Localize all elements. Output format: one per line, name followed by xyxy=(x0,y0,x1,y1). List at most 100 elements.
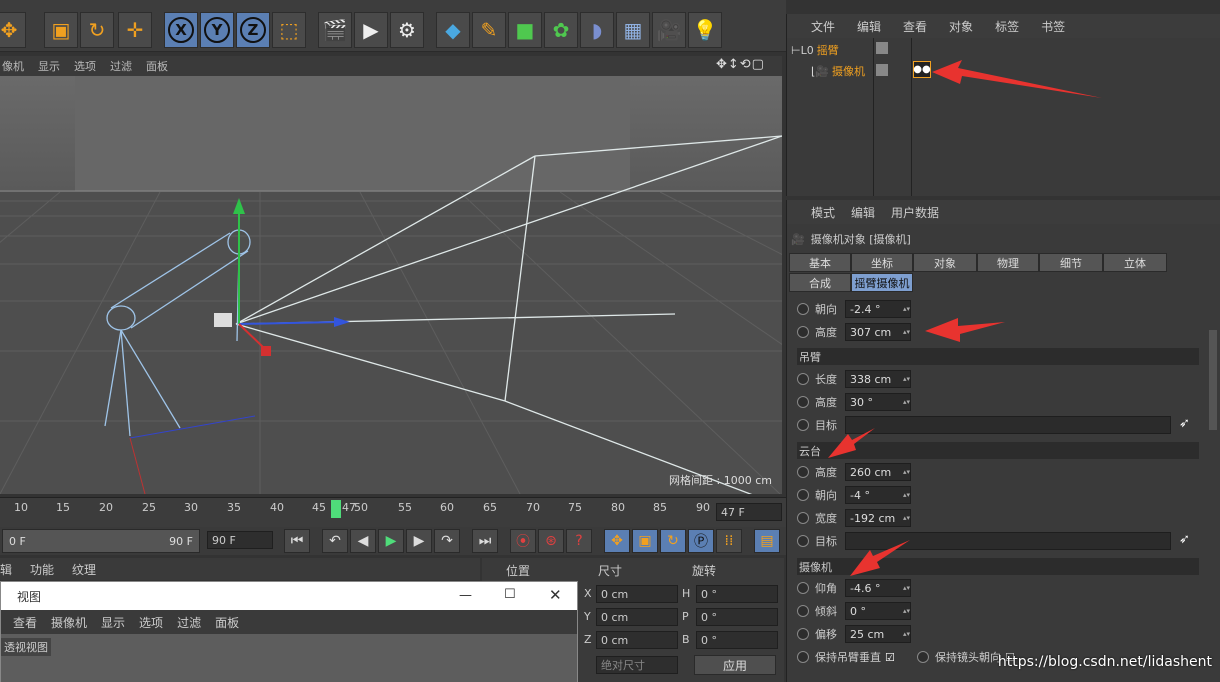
go-end-icon[interactable]: ⏭ xyxy=(472,529,498,553)
subwindow-menu-item[interactable]: 摄像机 xyxy=(51,614,87,631)
scale-icon[interactable]: ▣ xyxy=(44,12,78,48)
render-settings-icon[interactable]: ⚙ xyxy=(390,12,424,48)
next-key-icon[interactable]: ↷ xyxy=(434,529,460,553)
viewport-3d[interactable]: 网格间距 : 1000 cm xyxy=(0,76,782,494)
objmgr-menu-item[interactable]: 编辑 xyxy=(857,18,881,35)
attr-menu-item[interactable]: 编辑 xyxy=(851,204,875,221)
boom-height-field[interactable]: 30 ° xyxy=(845,393,911,411)
head-heading-field[interactable]: -4 ° xyxy=(845,486,911,504)
anim-radio[interactable] xyxy=(797,651,809,663)
anim-radio[interactable] xyxy=(797,535,809,547)
help-icon[interactable]: ? xyxy=(566,529,592,553)
subwindow-menu-item[interactable]: 选项 xyxy=(139,614,163,631)
crane-tag-icon[interactable]: ●● xyxy=(913,61,931,78)
objmgr-menu-item[interactable]: 文件 xyxy=(811,18,835,35)
viewport-nav-icons[interactable]: ✥↕⟲▢ xyxy=(716,57,778,72)
pos-y-field[interactable]: 0 cm xyxy=(596,608,678,626)
close-icon[interactable]: ✕ xyxy=(549,586,562,604)
material-menu-item[interactable]: 辑 xyxy=(0,561,12,578)
autokey-icon[interactable]: ⊛ xyxy=(538,529,564,553)
head-height-field[interactable]: 260 cm xyxy=(845,463,911,481)
pos-x-field[interactable]: 0 cm xyxy=(596,585,678,603)
cam-pitch-field[interactable]: -4.6 ° xyxy=(845,579,911,597)
anim-radio[interactable] xyxy=(797,466,809,478)
mograph-icon[interactable]: ✿ xyxy=(544,12,578,48)
anim-radio[interactable] xyxy=(797,628,809,640)
camera-icon[interactable]: 🎥 xyxy=(652,12,686,48)
viewport-menu-item[interactable]: 过滤 xyxy=(110,58,132,74)
pick-target-icon[interactable]: ➶ xyxy=(1179,416,1190,431)
anim-radio[interactable] xyxy=(797,373,809,385)
next-frame-icon[interactable]: ▶ xyxy=(406,529,432,553)
current-frame-field[interactable]: 47 F xyxy=(716,503,782,521)
tab-details[interactable]: 细节 xyxy=(1039,253,1103,272)
anim-radio[interactable] xyxy=(797,396,809,408)
end-frame-field[interactable]: 90 F xyxy=(207,531,273,549)
subwindow-menu-item[interactable]: 显示 xyxy=(101,614,125,631)
prev-frame-icon[interactable]: ◀ xyxy=(350,529,376,553)
boom-target-link[interactable] xyxy=(845,416,1171,434)
objmgr-menu-item[interactable]: 对象 xyxy=(949,18,973,35)
prev-key-icon[interactable]: ↶ xyxy=(322,529,348,553)
attr-menu-item[interactable]: 模式 xyxy=(811,204,835,221)
cam-bank-field[interactable]: 0 ° xyxy=(845,602,911,620)
key-pla-icon[interactable]: ⁞⁞ xyxy=(716,529,742,553)
size-mode-select[interactable]: 绝对尺寸 xyxy=(596,656,678,674)
objmgr-menu-item[interactable]: 书签 xyxy=(1041,18,1065,35)
viewport-menu-item[interactable]: 面板 xyxy=(146,58,168,74)
pick-target-icon[interactable]: ➶ xyxy=(1179,532,1190,547)
base-height-field[interactable]: 307 cm xyxy=(845,323,911,341)
key-param-icon[interactable]: Ⓟ xyxy=(688,529,714,553)
minimize-icon[interactable]: — xyxy=(459,588,472,603)
play-icon[interactable]: ▶ xyxy=(378,529,404,553)
light-icon[interactable]: 💡 xyxy=(688,12,722,48)
tab-coord[interactable]: 坐标 xyxy=(851,253,913,272)
attr-menu-item[interactable]: 用户数据 xyxy=(891,204,939,221)
subwindow-menu-item[interactable]: 面板 xyxy=(215,614,239,631)
move-icon[interactable]: ✥ xyxy=(0,12,26,48)
frame-range-slider[interactable]: 0 F 90 F xyxy=(2,529,200,553)
playhead[interactable] xyxy=(331,500,341,518)
tab-basic[interactable]: 基本 xyxy=(789,253,851,272)
subdivision-icon[interactable]: ■ xyxy=(508,12,542,48)
object-row-camera[interactable]: ⌊🎥 摄像机 xyxy=(811,63,865,79)
boom-length-field[interactable]: 338 cm xyxy=(845,370,911,388)
rotate-icon[interactable]: ↻ xyxy=(80,12,114,48)
maximize-icon[interactable]: ☐ xyxy=(504,587,516,602)
base-heading-field[interactable]: -2.4 ° xyxy=(845,300,911,318)
material-menu-item[interactable]: 纹理 xyxy=(72,561,96,578)
key-move-icon[interactable]: ✥ xyxy=(604,529,630,553)
objmgr-menu-item[interactable]: 查看 xyxy=(903,18,927,35)
visibility-toggle[interactable] xyxy=(876,42,888,54)
keep-vertical-checkbox[interactable]: ☑ xyxy=(885,651,895,664)
pos-z-field[interactable]: 0 cm xyxy=(596,631,678,649)
rot-b-field[interactable]: 0 ° xyxy=(696,631,778,649)
floor-icon[interactable]: ▦ xyxy=(616,12,650,48)
move-alt-icon[interactable]: ✛ xyxy=(118,12,152,48)
cube-icon[interactable]: ◆ xyxy=(436,12,470,48)
record-icon[interactable]: ⦿ xyxy=(510,529,536,553)
z-axis-icon[interactable]: Z xyxy=(236,12,270,48)
anim-radio[interactable] xyxy=(797,326,809,338)
anim-radio[interactable] xyxy=(797,582,809,594)
anim-radio[interactable] xyxy=(797,605,809,617)
viewport-menu-item[interactable]: 像机 xyxy=(2,58,24,74)
tab-composition[interactable]: 合成 xyxy=(789,273,851,292)
viewport-menu-item[interactable]: 显示 xyxy=(38,58,60,74)
viewport-menu-item[interactable]: 选项 xyxy=(74,58,96,74)
timeline-icon[interactable]: ▤ xyxy=(754,529,780,553)
anim-radio[interactable] xyxy=(797,419,809,431)
pen-icon[interactable]: ✎ xyxy=(472,12,506,48)
tab-physical[interactable]: 物理 xyxy=(977,253,1039,272)
subwindow-menu-item[interactable]: 查看 xyxy=(13,614,37,631)
timeline-ruler[interactable]: 10 15 20 25 30 35 40 45 47 50 55 60 65 7… xyxy=(0,497,786,527)
anim-radio[interactable] xyxy=(917,651,929,663)
tab-object[interactable]: 对象 xyxy=(913,253,977,272)
apply-button[interactable]: 应用 xyxy=(694,655,776,675)
tab-stereo[interactable]: 立体 xyxy=(1103,253,1167,272)
coord-system-icon[interactable]: ⬚ xyxy=(272,12,306,48)
rot-h-field[interactable]: 0 ° xyxy=(696,585,778,603)
cam-offset-field[interactable]: 25 cm xyxy=(845,625,911,643)
attr-scrollbar[interactable] xyxy=(1209,330,1217,430)
visibility-toggle[interactable] xyxy=(876,64,888,76)
